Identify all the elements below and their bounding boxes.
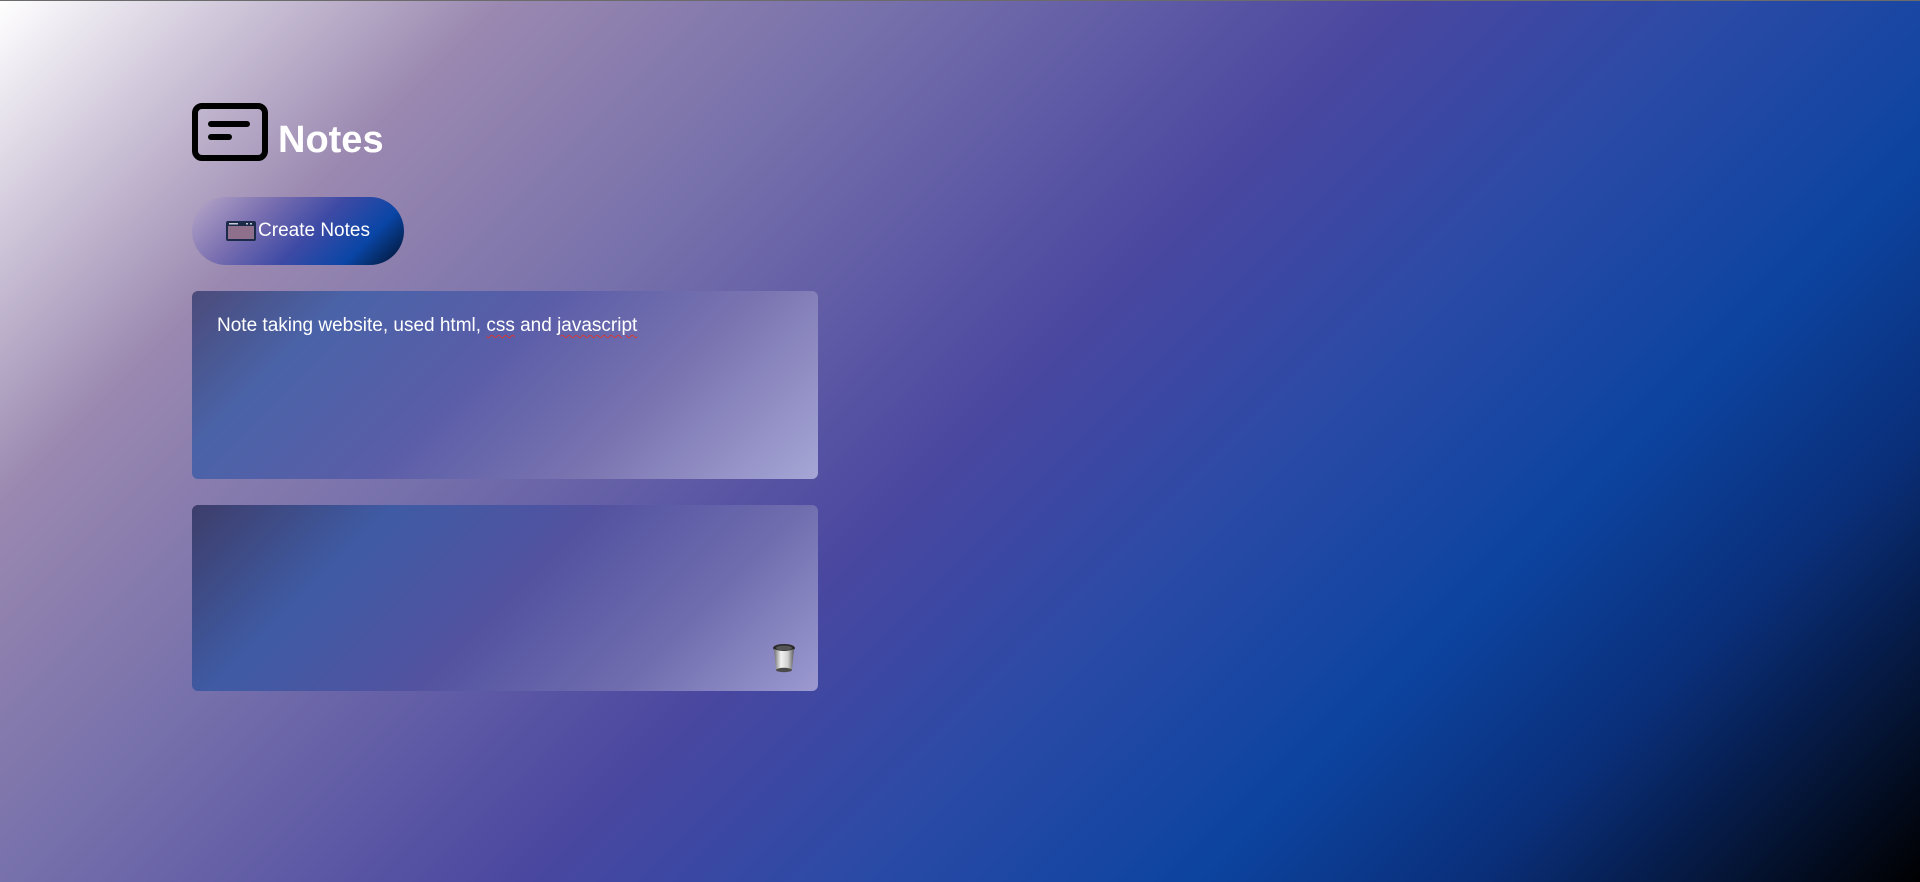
note-card[interactable]: Note taking website, used html, css and … xyxy=(192,291,818,479)
note-text-part: and xyxy=(514,315,558,336)
page-title: Notes xyxy=(278,119,384,161)
note-window-icon xyxy=(226,221,257,241)
create-notes-label: Create Notes xyxy=(258,220,370,241)
note-card[interactable] xyxy=(192,505,818,691)
notes-card-icon xyxy=(192,103,268,161)
note-text[interactable]: Note taking website, used html, css and … xyxy=(217,315,637,336)
note-text-misspelled: javascript xyxy=(557,315,638,336)
note-text-misspelled: css xyxy=(486,315,515,336)
note-text-part: Note taking website, used html, xyxy=(217,315,487,336)
create-notes-button[interactable]: Create Notes xyxy=(192,197,404,265)
notes-app: Notes Create Notes Note taking website, … xyxy=(192,87,818,691)
app-header: Notes xyxy=(192,87,818,161)
trash-bin-icon[interactable] xyxy=(772,643,796,673)
